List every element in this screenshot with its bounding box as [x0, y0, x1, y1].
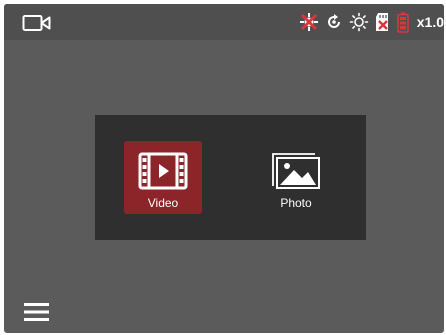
video-film-icon — [138, 152, 188, 190]
zoom-level: x1.0 — [416, 14, 444, 30]
battery-low-icon — [396, 12, 409, 33]
photo-gallery-icon — [272, 153, 320, 189]
camera-screen: x1.0 Video Photo — [4, 4, 444, 333]
sd-card-error-icon — [375, 13, 388, 31]
hamburger-menu-icon[interactable] — [24, 301, 49, 323]
video-mode-button[interactable]: Video — [124, 141, 202, 214]
photo-mode-button[interactable]: Photo — [257, 141, 335, 214]
gps-off-icon — [299, 13, 318, 31]
video-camera-icon[interactable] — [22, 13, 52, 33]
brightness-icon — [349, 12, 369, 32]
status-bar: x1.0 — [4, 4, 444, 40]
mode-selector-panel: Video Photo — [95, 115, 366, 240]
photo-mode-label: Photo — [280, 196, 312, 210]
status-icons: x1.0 — [299, 4, 444, 40]
video-mode-label: Video — [147, 196, 179, 210]
rotate-icon — [327, 14, 340, 28]
